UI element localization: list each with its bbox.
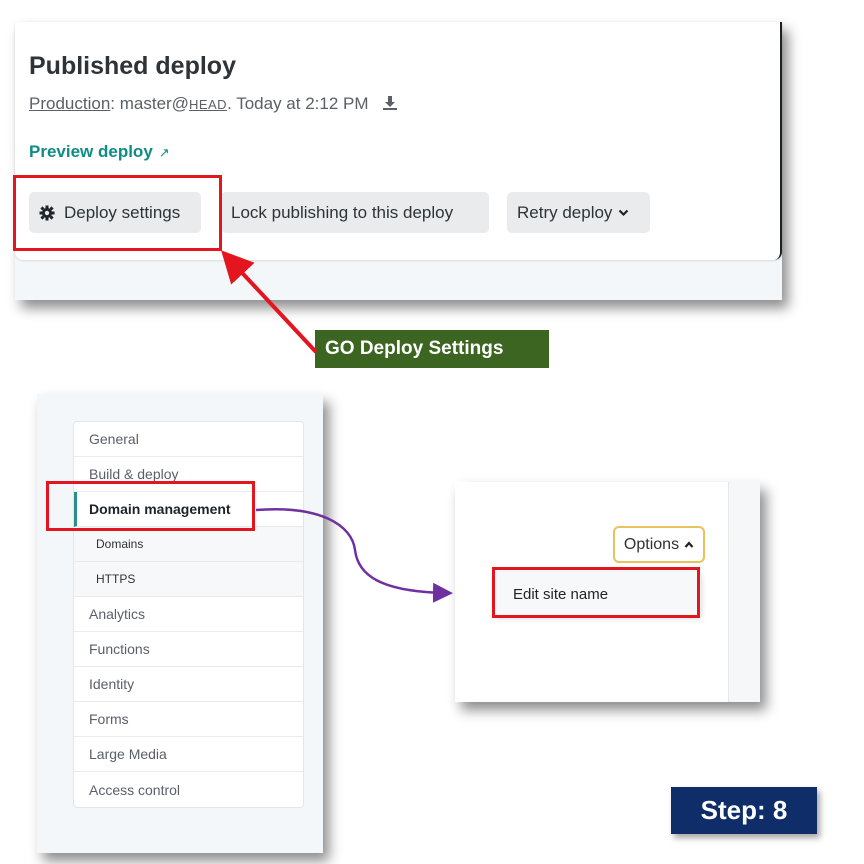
domain-management-highlight	[46, 481, 255, 531]
sidebar-item-forms[interactable]: Forms	[74, 702, 303, 737]
options-label: Options	[623, 535, 680, 553]
go-deploy-settings-label: GO Deploy Settings	[315, 330, 549, 368]
retry-deploy-label: Retry deploy	[517, 202, 613, 222]
sidebar-subitem-https[interactable]: HTTPS	[74, 562, 303, 597]
production-link[interactable]: Production	[29, 94, 110, 113]
published-deploy-panel: Published deploy Production: master@HEAD…	[15, 22, 782, 300]
lock-publishing-button[interactable]: Lock publishing to this deploy	[221, 192, 489, 233]
sidebar-item-functions[interactable]: Functions	[74, 632, 303, 667]
chevron-up-icon	[684, 540, 694, 548]
options-button[interactable]: Options	[613, 526, 705, 563]
sidebar-item-identity[interactable]: Identity	[74, 667, 303, 702]
lock-publishing-label: Lock publishing to this deploy	[231, 202, 454, 222]
panel-side-strip	[728, 482, 760, 702]
sidebar-subitem-domains[interactable]: Domains	[74, 527, 303, 562]
preview-deploy-link[interactable]: Preview deploy ↗	[29, 142, 170, 162]
head-link[interactable]: HEAD	[189, 97, 227, 112]
settings-sidebar-menu: General Build & deploy Domain management…	[73, 421, 304, 808]
deploy-meta: Production: master@HEAD. Today at 2:12 P…	[29, 94, 398, 114]
download-icon[interactable]	[383, 96, 398, 110]
sidebar-item-general[interactable]: General	[74, 422, 303, 457]
step-badge: Step: 8	[671, 787, 817, 834]
settings-sidebar-panel: General Build & deploy Domain management…	[37, 394, 323, 853]
deploy-settings-highlight	[13, 175, 222, 251]
retry-deploy-button[interactable]: Retry deploy	[507, 192, 650, 233]
sidebar-item-large-media[interactable]: Large Media	[74, 737, 303, 772]
sidebar-item-analytics[interactable]: Analytics	[74, 597, 303, 632]
deploy-branch: : master@	[110, 94, 189, 113]
sidebar-item-access-control[interactable]: Access control	[74, 772, 303, 807]
external-link-icon: ↗	[158, 145, 170, 160]
chevron-down-icon	[619, 209, 629, 217]
preview-deploy-label: Preview deploy	[29, 142, 153, 161]
deploy-time: . Today at 2:12 PM	[227, 94, 369, 113]
edit-site-name-highlight	[492, 567, 700, 618]
page-title: Published deploy	[29, 52, 236, 80]
